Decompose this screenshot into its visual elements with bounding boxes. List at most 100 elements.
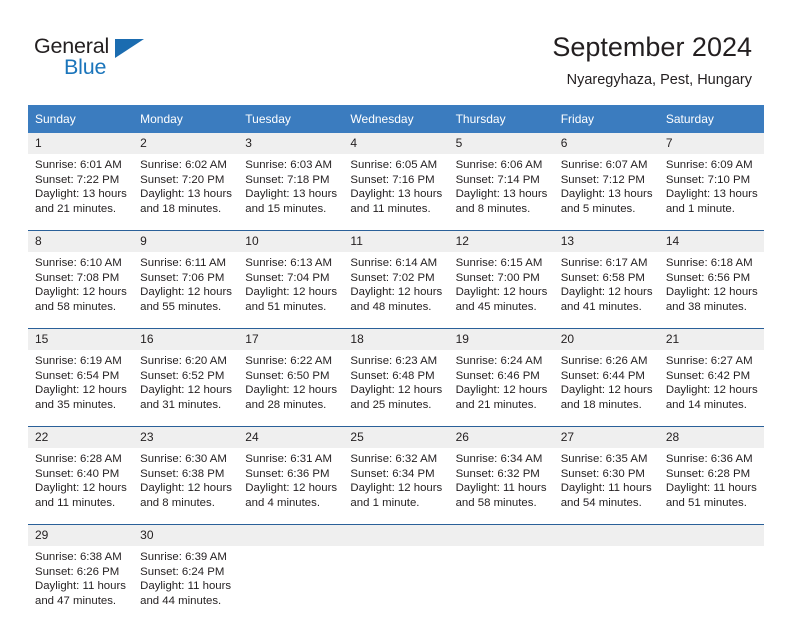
- day-number-cell[interactable]: 19: [448, 328, 554, 350]
- day-detail-cell[interactable]: Sunrise: 6:17 AM Sunset: 6:58 PM Dayligh…: [553, 252, 659, 329]
- day-number-cell[interactable]: 4: [343, 133, 449, 154]
- day-number-cell[interactable]: 14: [658, 230, 764, 252]
- day-detail-cell[interactable]: Sunrise: 6:28 AM Sunset: 6:40 PM Dayligh…: [28, 448, 134, 525]
- daylight-text-line2: and 15 minutes.: [245, 202, 327, 215]
- day-detail-cell-empty: [448, 546, 554, 622]
- day-detail-cell[interactable]: Sunrise: 6:31 AM Sunset: 6:36 PM Dayligh…: [238, 448, 344, 525]
- day-number-cell[interactable]: 7: [658, 133, 764, 154]
- day-number-cell[interactable]: 12: [448, 230, 554, 252]
- day-number-cell[interactable]: 29: [28, 524, 134, 546]
- sunrise-text: Sunrise: 6:30 AM: [140, 453, 227, 465]
- week-daynumbers-row: 29 30: [28, 524, 764, 546]
- daylight-text-line2: and 58 minutes.: [35, 300, 117, 313]
- day-detail-cell[interactable]: Sunrise: 6:34 AM Sunset: 6:32 PM Dayligh…: [448, 448, 554, 525]
- day-number-cell[interactable]: 24: [238, 426, 344, 448]
- day-detail-cell[interactable]: Sunrise: 6:18 AM Sunset: 6:56 PM Dayligh…: [658, 252, 764, 329]
- day-number-cell[interactable]: 8: [28, 230, 134, 252]
- day-number-cell[interactable]: 20: [553, 328, 659, 350]
- day-detail-cell[interactable]: Sunrise: 6:19 AM Sunset: 6:54 PM Dayligh…: [28, 350, 134, 427]
- day-detail-cell[interactable]: Sunrise: 6:05 AM Sunset: 7:16 PM Dayligh…: [343, 154, 449, 231]
- day-detail-cell[interactable]: Sunrise: 6:27 AM Sunset: 6:42 PM Dayligh…: [658, 350, 764, 427]
- day-detail-cell[interactable]: Sunrise: 6:03 AM Sunset: 7:18 PM Dayligh…: [238, 154, 344, 231]
- day-detail-cell[interactable]: Sunrise: 6:06 AM Sunset: 7:14 PM Dayligh…: [448, 154, 554, 231]
- day-number-cell[interactable]: 27: [553, 426, 659, 448]
- weekday-header-sunday: Sunday: [28, 105, 134, 133]
- day-detail-cell[interactable]: Sunrise: 6:09 AM Sunset: 7:10 PM Dayligh…: [658, 154, 764, 231]
- day-detail-cell[interactable]: Sunrise: 6:15 AM Sunset: 7:00 PM Dayligh…: [448, 252, 554, 329]
- day-detail-cell[interactable]: Sunrise: 6:02 AM Sunset: 7:20 PM Dayligh…: [133, 154, 239, 231]
- day-number-cell[interactable]: 1: [28, 133, 134, 154]
- day-detail-cell[interactable]: Sunrise: 6:22 AM Sunset: 6:50 PM Dayligh…: [238, 350, 344, 427]
- day-detail-cell[interactable]: Sunrise: 6:23 AM Sunset: 6:48 PM Dayligh…: [343, 350, 449, 427]
- location-subtitle: Nyaregyhaza, Pest, Hungary: [566, 72, 752, 88]
- day-number-cell[interactable]: 22: [28, 426, 134, 448]
- day-number-cell[interactable]: 3: [238, 133, 344, 154]
- sunrise-text: Sunrise: 6:31 AM: [245, 453, 333, 465]
- day-detail-cell[interactable]: Sunrise: 6:13 AM Sunset: 7:04 PM Dayligh…: [238, 252, 344, 329]
- weekday-header-monday: Monday: [133, 105, 239, 133]
- day-detail-cell[interactable]: Sunrise: 6:35 AM Sunset: 6:30 PM Dayligh…: [553, 448, 659, 525]
- sunrise-text: Sunrise: 6:23 AM: [350, 355, 438, 367]
- day-detail-cell[interactable]: Sunrise: 6:24 AM Sunset: 6:46 PM Dayligh…: [448, 350, 554, 427]
- day-detail-cell[interactable]: Sunrise: 6:07 AM Sunset: 7:12 PM Dayligh…: [553, 154, 659, 231]
- day-detail-cell[interactable]: Sunrise: 6:26 AM Sunset: 6:44 PM Dayligh…: [553, 350, 659, 427]
- daylight-text-line1: Daylight: 13 hours: [245, 188, 338, 201]
- daylight-text-line2: and 35 minutes.: [35, 398, 117, 411]
- sunrise-text: Sunrise: 6:38 AM: [35, 551, 122, 563]
- day-number-cell[interactable]: 16: [133, 328, 239, 350]
- day-number-cell[interactable]: 23: [133, 426, 239, 448]
- day-detail-cell[interactable]: Sunrise: 6:10 AM Sunset: 7:08 PM Dayligh…: [28, 252, 134, 329]
- day-number-cell[interactable]: 18: [343, 328, 449, 350]
- day-number-cell[interactable]: 2: [133, 133, 239, 154]
- day-number-cell[interactable]: 13: [553, 230, 659, 252]
- day-detail-cell[interactable]: Sunrise: 6:36 AM Sunset: 6:28 PM Dayligh…: [658, 448, 764, 525]
- week-daynumbers-row: 22 23 24 25 26 27 28: [28, 426, 764, 448]
- daylight-text-line2: and 54 minutes.: [560, 496, 642, 509]
- week-details-row: Sunrise: 6:38 AM Sunset: 6:26 PM Dayligh…: [28, 546, 764, 622]
- sunset-text: Sunset: 6:44 PM: [560, 369, 645, 382]
- day-detail-cell[interactable]: Sunrise: 6:39 AM Sunset: 6:24 PM Dayligh…: [133, 546, 239, 622]
- sunrise-text: Sunrise: 6:10 AM: [35, 257, 122, 269]
- weekday-header-row: Sunday Monday Tuesday Wednesday Thursday…: [28, 105, 764, 133]
- daylight-text-line2: and 1 minute.: [350, 496, 420, 509]
- sunrise-text: Sunrise: 6:15 AM: [455, 257, 543, 269]
- day-number-cell[interactable]: 17: [238, 328, 344, 350]
- day-number-cell[interactable]: 5: [448, 133, 554, 154]
- weekday-header-friday: Friday: [553, 105, 659, 133]
- daylight-text-line1: Daylight: 11 hours: [455, 482, 547, 495]
- day-detail-cell[interactable]: Sunrise: 6:14 AM Sunset: 7:02 PM Dayligh…: [343, 252, 449, 329]
- calendar-grid: Sunday Monday Tuesday Wednesday Thursday…: [28, 105, 764, 622]
- day-number-cell[interactable]: 21: [658, 328, 764, 350]
- day-number-cell[interactable]: 10: [238, 230, 344, 252]
- sunrise-text: Sunrise: 6:26 AM: [560, 355, 648, 367]
- day-detail-cell[interactable]: Sunrise: 6:11 AM Sunset: 7:06 PM Dayligh…: [133, 252, 239, 329]
- week-daynumbers-row: 15 16 17 18 19 20 21: [28, 328, 764, 350]
- sunset-text: Sunset: 6:52 PM: [140, 369, 225, 382]
- daylight-text-line1: Daylight: 12 hours: [35, 384, 127, 397]
- sunset-text: Sunset: 7:18 PM: [245, 173, 330, 186]
- daylight-text-line1: Daylight: 12 hours: [245, 482, 338, 495]
- day-detail-cell[interactable]: Sunrise: 6:38 AM Sunset: 6:26 PM Dayligh…: [28, 546, 134, 622]
- weekday-header-tuesday: Tuesday: [238, 105, 344, 133]
- day-number-cell[interactable]: 25: [343, 426, 449, 448]
- daylight-text-line2: and 44 minutes.: [140, 594, 222, 607]
- day-detail-cell[interactable]: Sunrise: 6:01 AM Sunset: 7:22 PM Dayligh…: [28, 154, 134, 231]
- day-number-cell[interactable]: 28: [658, 426, 764, 448]
- day-detail-cell[interactable]: Sunrise: 6:32 AM Sunset: 6:34 PM Dayligh…: [343, 448, 449, 525]
- day-number-cell[interactable]: 26: [448, 426, 554, 448]
- daylight-text-line1: Daylight: 12 hours: [350, 384, 443, 397]
- sunrise-text: Sunrise: 6:14 AM: [350, 257, 438, 269]
- day-number-cell-empty: [553, 524, 659, 546]
- day-detail-cell-empty: [553, 546, 659, 622]
- day-number-cell[interactable]: 6: [553, 133, 659, 154]
- sunset-text: Sunset: 7:22 PM: [35, 173, 120, 186]
- day-detail-cell[interactable]: Sunrise: 6:20 AM Sunset: 6:52 PM Dayligh…: [133, 350, 239, 427]
- sunrise-text: Sunrise: 6:05 AM: [350, 159, 438, 171]
- day-number-cell[interactable]: 9: [133, 230, 239, 252]
- day-detail-cell[interactable]: Sunrise: 6:30 AM Sunset: 6:38 PM Dayligh…: [133, 448, 239, 525]
- sunrise-text: Sunrise: 6:09 AM: [665, 159, 753, 171]
- day-number-cell[interactable]: 15: [28, 328, 134, 350]
- page-header: General Blue September 2024 Nyaregyhaza,…: [0, 0, 792, 98]
- day-number-cell[interactable]: 30: [133, 524, 239, 546]
- day-number-cell[interactable]: 11: [343, 230, 449, 252]
